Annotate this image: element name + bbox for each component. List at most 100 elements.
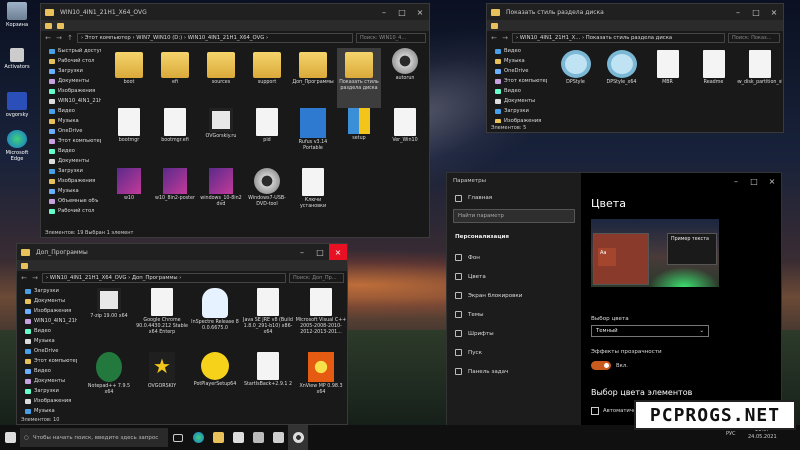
color-mode-dropdown[interactable]: Темный ⌄	[591, 325, 709, 337]
close-button[interactable]: ×	[763, 173, 781, 189]
file-item[interactable]: w10	[107, 168, 151, 228]
nav-item[interactable]: Загрузки	[17, 386, 77, 396]
nav-item[interactable]: Загрузки	[41, 66, 101, 76]
file-item[interactable]: sources	[199, 48, 243, 108]
file-item[interactable]: Java SE JRE v8 (Build 1.8.0_291-b10) x86…	[242, 288, 294, 352]
file-item[interactable]: Microsoft Visual C++ 2005-2008-2010-2012…	[295, 288, 347, 352]
nav-item[interactable]: Видео	[487, 46, 547, 56]
taskbar-edge[interactable]	[188, 425, 208, 450]
maximize-button[interactable]: □	[747, 4, 765, 20]
nav-item[interactable]: Этот компьютер	[17, 356, 77, 366]
nav-item[interactable]: Музыка	[41, 186, 101, 196]
nav-item[interactable]: Документы	[487, 96, 547, 106]
file-item[interactable]: StartIsBack+2.9.1 2	[242, 352, 294, 416]
nav-item[interactable]: Видео	[41, 146, 101, 156]
nav-item[interactable]: Этот компьютер	[487, 76, 547, 86]
nav-item[interactable]: Музыка	[41, 116, 101, 126]
file-item[interactable]: efi	[153, 48, 197, 108]
task-view-button[interactable]	[168, 425, 188, 450]
new-folder-icon[interactable]	[57, 22, 64, 29]
taskbar-store[interactable]	[228, 425, 248, 450]
close-button[interactable]: ×	[329, 244, 347, 260]
file-item[interactable]: boot	[107, 48, 151, 108]
nav-item[interactable]: Рабочий стол	[41, 56, 101, 66]
file-item[interactable]: Ver_Win10	[383, 108, 427, 168]
address-bar[interactable]: › Этот компьютер › WIN7_WIN10 (D:) › WIN…	[77, 33, 353, 43]
nav-item[interactable]: WIN10_4IN1_21H1	[17, 316, 77, 326]
file-item[interactable]: bootmgr	[107, 108, 151, 168]
start-button[interactable]	[0, 425, 20, 450]
minimize-button[interactable]: –	[729, 4, 747, 20]
quick-access-icon[interactable]	[21, 262, 28, 269]
file-item[interactable]: ★ OVGORSKIY	[136, 352, 188, 416]
desktop-icon-ovgorsky[interactable]: ovgorsky	[0, 92, 34, 118]
file-item[interactable]: setup	[337, 108, 381, 168]
nav-item[interactable]: Документы	[41, 76, 101, 86]
desktop-icon-activators[interactable]: Activators	[0, 48, 34, 70]
nav-item[interactable]: Изображения	[17, 306, 77, 316]
nav-item[interactable]: Изображения	[41, 176, 101, 186]
file-item[interactable]: InSpectre Release 8 0.0.6675.0	[189, 288, 241, 352]
nav-item[interactable]: WIN10_4IN1_21H1	[41, 96, 101, 106]
file-item[interactable]: Показать стиль раздела диска	[337, 48, 381, 108]
transparency-toggle[interactable]	[591, 361, 611, 370]
nav-item[interactable]: Быстрый доступ	[41, 46, 101, 56]
file-item[interactable]: XnView MP 0.98.3 x64	[295, 352, 347, 416]
settings-search-input[interactable]: Найти параметр	[453, 209, 575, 223]
file-item[interactable]: w10_8in2-poster	[153, 168, 197, 228]
nav-item[interactable]: Документы	[17, 296, 77, 306]
minimize-button[interactable]: –	[293, 244, 311, 260]
nav-item[interactable]: Видео	[487, 86, 547, 96]
nav-item[interactable]: Видео	[17, 326, 77, 336]
nav-item[interactable]: Изображения	[41, 86, 101, 96]
file-item[interactable]: MBR	[645, 50, 690, 110]
file-item[interactable]: DPStyle	[553, 50, 598, 110]
search-box[interactable]: Поиск: WIN10_4...	[356, 33, 426, 43]
quick-access-icon[interactable]	[45, 22, 52, 29]
file-item[interactable]: DPStyle_x64	[599, 50, 644, 110]
nav-item[interactable]: Документы	[17, 376, 77, 386]
file-item[interactable]: bootmgr.efi	[153, 108, 197, 168]
file-item[interactable]: Notepad++ 7.9.5 x64	[83, 352, 135, 416]
file-item[interactable]: support	[245, 48, 289, 108]
settings-menu-item[interactable]: Цвета	[447, 267, 581, 286]
nav-item[interactable]: Загрузки	[487, 106, 547, 116]
file-item[interactable]: autorun	[383, 48, 427, 108]
settings-menu-item[interactable]: Пуск	[447, 343, 581, 362]
file-item[interactable]: Google Chrome 90.0.4430.212 Stable x64 E…	[136, 288, 188, 352]
nav-item[interactable]: Загрузки	[41, 166, 101, 176]
desktop-icon-recycle-bin[interactable]: Корзина	[0, 2, 34, 28]
search-box[interactable]: Поиск: Доп_Пр...	[289, 273, 344, 283]
close-button[interactable]: ×	[411, 4, 429, 20]
file-item[interactable]: Readme	[691, 50, 736, 110]
settings-menu-item[interactable]: Шрифты	[447, 324, 581, 343]
back-arrow-icon[interactable]: ←	[490, 34, 498, 42]
settings-menu-item[interactable]: Фон	[447, 248, 581, 267]
nav-item[interactable]: OneDrive	[41, 126, 101, 136]
file-item[interactable]: Доп_Программы	[291, 48, 335, 108]
taskbar-mail[interactable]	[268, 425, 288, 450]
taskbar-photos[interactable]	[248, 425, 268, 450]
taskbar-settings[interactable]	[288, 425, 308, 450]
back-arrow-icon[interactable]: ←	[44, 34, 52, 42]
minimize-button[interactable]: –	[375, 4, 393, 20]
file-item[interactable]: Ключи установки	[291, 168, 335, 228]
nav-item[interactable]: Изображения	[17, 396, 77, 406]
file-item[interactable]: Show_disk_partition_style	[737, 50, 782, 110]
nav-item[interactable]: Этот компьютер	[41, 136, 101, 146]
nav-item[interactable]: Объемные объ	[41, 196, 101, 206]
nav-item[interactable]: Загрузки	[17, 286, 77, 296]
auto-accent-checkbox[interactable]	[591, 407, 599, 415]
minimize-button[interactable]: –	[727, 173, 745, 189]
nav-item[interactable]: Видео	[17, 366, 77, 376]
settings-menu-item[interactable]: Панель задач	[447, 362, 581, 381]
file-item[interactable]: Windows7-USB-DVD-tool	[245, 168, 289, 228]
forward-arrow-icon[interactable]: →	[31, 274, 39, 282]
forward-arrow-icon[interactable]: →	[501, 34, 509, 42]
nav-item[interactable]: Музыка	[487, 56, 547, 66]
file-item[interactable]: pid	[245, 108, 289, 168]
taskbar-search[interactable]: ○ Чтобы начать поиск, введите здесь запр…	[20, 428, 168, 447]
file-item[interactable]: 7-zip 19.00 x64	[83, 288, 135, 352]
search-box[interactable]: Поиск: Показ...	[728, 33, 780, 43]
quick-access-icon[interactable]	[491, 22, 498, 29]
